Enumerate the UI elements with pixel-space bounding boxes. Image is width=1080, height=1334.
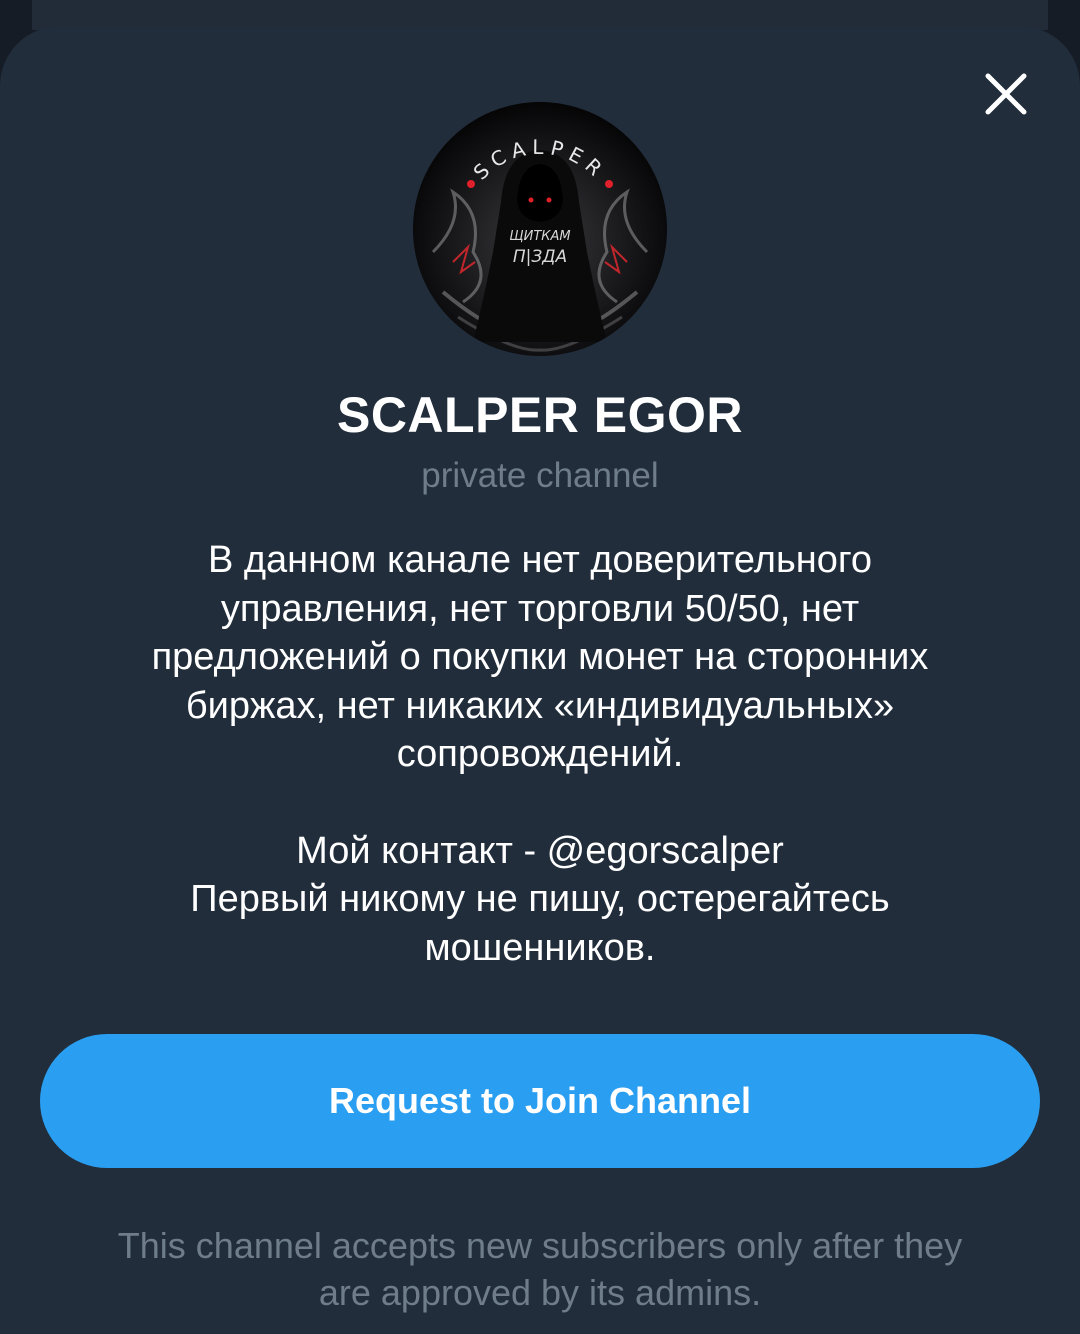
description-line: В данном канале нет доверительного: [207, 539, 873, 581]
contact-line: Первый никому не пишу, остерегайтесь: [190, 878, 890, 920]
description-line: сопровождений.: [396, 733, 684, 775]
avatar-center-text-2: П|ЗДА: [513, 247, 567, 267]
footnote-line: This channel accepts new subscribers onl…: [117, 1225, 963, 1266]
channel-description: В данном канале нет доверительного управ…: [60, 536, 1020, 972]
description-line: управления, нет торговли 50/50, нет: [220, 587, 860, 630]
description-line: предложений о покупки монет на сторонних: [151, 636, 929, 678]
close-icon: [985, 73, 1027, 115]
description-line: биржах, нет никаких «индивидуальных»: [185, 684, 895, 727]
channel-type-label: private channel: [421, 456, 659, 495]
avatar-center-text-1: ЩИТКАМ: [509, 229, 570, 244]
request-to-join-button[interactable]: Request to Join Channel: [40, 1034, 1040, 1168]
approval-footnote: This channel accepts new subscribers onl…: [60, 1222, 1020, 1316]
footnote-line: are approved by its admins.: [318, 1272, 762, 1313]
close-button[interactable]: [970, 58, 1042, 130]
contact-line: мошенников.: [424, 926, 656, 969]
channel-title: SCALPER EGOR: [336, 387, 744, 443]
channel-avatar: SCALPER ЩИТКАМ П|ЗДА: [413, 102, 667, 356]
contact-line: Мой контакт - @egorscalper: [296, 829, 784, 872]
